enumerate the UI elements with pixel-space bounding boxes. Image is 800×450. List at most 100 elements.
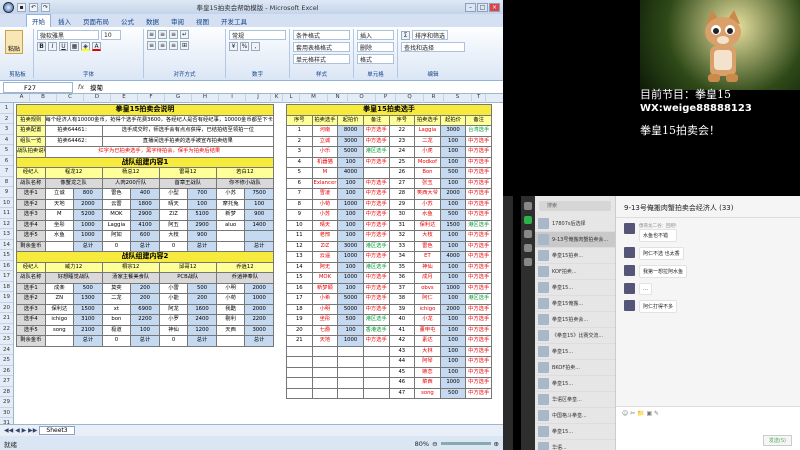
table-cell[interactable]: 5200	[73, 209, 103, 221]
table-cell[interactable]: 100	[439, 240, 467, 252]
table-cell[interactable]: 机器猫	[311, 156, 339, 168]
table-cell[interactable]: 100	[337, 177, 364, 189]
table-cell[interactable]	[44, 335, 75, 347]
table-cell[interactable]: 阿仁	[414, 293, 441, 305]
table-cell[interactable]	[362, 345, 390, 357]
table-cell[interactable]: 17	[286, 293, 313, 305]
table-cell[interactable]	[286, 366, 313, 378]
percent-icon[interactable]: %	[240, 42, 249, 51]
table-cell[interactable]: 中方选手	[465, 356, 492, 368]
table-cell[interactable]: 好想睡觉战队	[44, 272, 103, 284]
table-cell[interactable]: 100	[337, 219, 364, 231]
tab-developer[interactable]: 开发工具	[216, 15, 252, 27]
table-cell[interactable]: 8000	[337, 125, 364, 137]
table-cell[interactable]: 3000	[337, 240, 364, 252]
table-cell[interactable]: 中方选手	[465, 177, 492, 189]
table-cell[interactable]: 坐彤	[311, 314, 339, 326]
row-header[interactable]: 1	[0, 103, 13, 114]
table-cell[interactable]	[311, 356, 339, 368]
row-header[interactable]: 23	[0, 334, 13, 345]
table-cell[interactable]: 乔逍12	[215, 261, 275, 273]
font-color-icon[interactable]: A	[92, 42, 101, 51]
row-header[interactable]: 26	[0, 366, 13, 376]
table-cell[interactable]: 拍卖配置	[16, 125, 46, 137]
table-cell[interactable]: 900	[187, 230, 217, 242]
avatar[interactable]	[624, 265, 635, 276]
table-cell[interactable]: 2900	[187, 219, 217, 231]
table-cell[interactable]	[44, 240, 75, 252]
table-cell[interactable]: 14	[286, 261, 313, 273]
table-cell[interactable]: 中方选手	[362, 125, 390, 137]
table-cell[interactable]: 28	[388, 188, 416, 200]
table-cell[interactable]: 21	[286, 335, 313, 347]
row-header[interactable]: 18	[0, 282, 13, 292]
table-cell[interactable]: 中方选手	[362, 272, 390, 284]
table-cell[interactable]: 小明	[215, 282, 246, 294]
list-item[interactable]: 17807s后选择	[535, 216, 615, 232]
contacts-icon[interactable]	[524, 230, 532, 238]
row-header[interactable]: 21	[0, 313, 13, 324]
tab-home[interactable]: 开始	[26, 14, 51, 27]
table-cell[interactable]: 中方选手	[362, 335, 390, 347]
table-cell[interactable]: 4100	[130, 219, 160, 231]
table-cell[interactable]: 序号	[286, 114, 313, 126]
row-header[interactable]: 15	[0, 250, 13, 261]
column-header[interactable]: H	[192, 94, 219, 103]
table-cell[interactable]: 中方选手	[362, 282, 390, 294]
table-cell[interactable]: 6	[286, 177, 313, 189]
table-cell[interactable]: Bon	[414, 167, 441, 179]
table-cell[interactable]	[215, 230, 246, 242]
column-header[interactable]: N	[328, 94, 348, 103]
table-cell[interactable]: 100	[439, 272, 467, 284]
fx-icon[interactable]: fx	[76, 83, 86, 91]
table-cell[interactable]: 阿五	[158, 219, 189, 231]
table-cell[interactable]: 15	[286, 272, 313, 284]
align-left-icon[interactable]: ≡	[147, 41, 156, 50]
align-right-icon[interactable]: ≡	[169, 41, 178, 50]
table-cell[interactable]: 河南	[311, 125, 339, 137]
table-cell[interactable]: 拍卖规则	[16, 114, 46, 126]
table-cell[interactable]: 阿如	[101, 230, 132, 242]
table-cell[interactable]: 32	[388, 230, 416, 242]
table-cell[interactable]: 桐宗12	[101, 261, 160, 273]
bold-icon[interactable]: B	[37, 42, 46, 51]
table-cell[interactable]: 总计	[187, 335, 217, 347]
table-cell[interactable]: 100	[244, 198, 274, 210]
list-item[interactable]: KOF拍卖...	[535, 264, 615, 280]
table-cell[interactable]: 若白12	[215, 167, 275, 179]
table-cell[interactable]: 100	[439, 314, 467, 326]
table-cell[interactable]: 二龙	[101, 293, 132, 305]
table-cell[interactable]: 乔逍神奉队	[215, 272, 275, 284]
table-cell[interactable]	[337, 366, 364, 378]
list-item[interactable]: 拳皇15拍卖...	[535, 248, 615, 264]
table-cell[interactable]: 小型	[158, 188, 189, 200]
table-cell[interactable]: 雷色	[414, 240, 441, 252]
table-cell[interactable]: 经纪人	[16, 261, 46, 273]
row-header[interactable]: 3	[0, 124, 13, 135]
list-item[interactable]: BKOF拍卖...	[535, 360, 615, 376]
table-cell[interactable]: 大枝	[158, 230, 189, 242]
align-middle-icon[interactable]: ≡	[158, 30, 167, 39]
table-cell[interactable]	[337, 356, 364, 368]
column-header[interactable]: K	[271, 94, 283, 103]
table-cell[interactable]: 拳皇15拍卖会说明	[16, 104, 274, 116]
table-cell[interactable]: 2400	[187, 314, 217, 326]
table-cell[interactable]: 2000	[244, 282, 274, 294]
sum-icon[interactable]: Σ	[401, 30, 410, 40]
table-cell[interactable]: 组队一览	[16, 135, 46, 147]
column-header[interactable]: R	[424, 94, 444, 103]
fill-color-icon[interactable]: ◈	[81, 42, 90, 51]
table-cell[interactable]: 2000	[439, 303, 467, 315]
font-name-select[interactable]: 微软雅黑	[37, 30, 99, 40]
table-cell[interactable]: 小龙	[414, 314, 441, 326]
table-cell[interactable]: 总计	[187, 240, 217, 252]
table-cell[interactable]: 拳皇15拍卖选手	[286, 104, 492, 116]
table-cell[interactable]: 晴天	[311, 219, 339, 231]
table-cell[interactable]	[311, 366, 339, 378]
table-cell[interactable]: 港区选手	[362, 261, 390, 273]
table-cell[interactable]: 中方选手	[465, 366, 492, 378]
table-cell[interactable]: 总计	[73, 335, 103, 347]
table-cell[interactable]: 首章王战队	[158, 177, 217, 189]
table-cell[interactable]: 41	[388, 324, 416, 336]
table-cell[interactable]	[215, 240, 246, 252]
